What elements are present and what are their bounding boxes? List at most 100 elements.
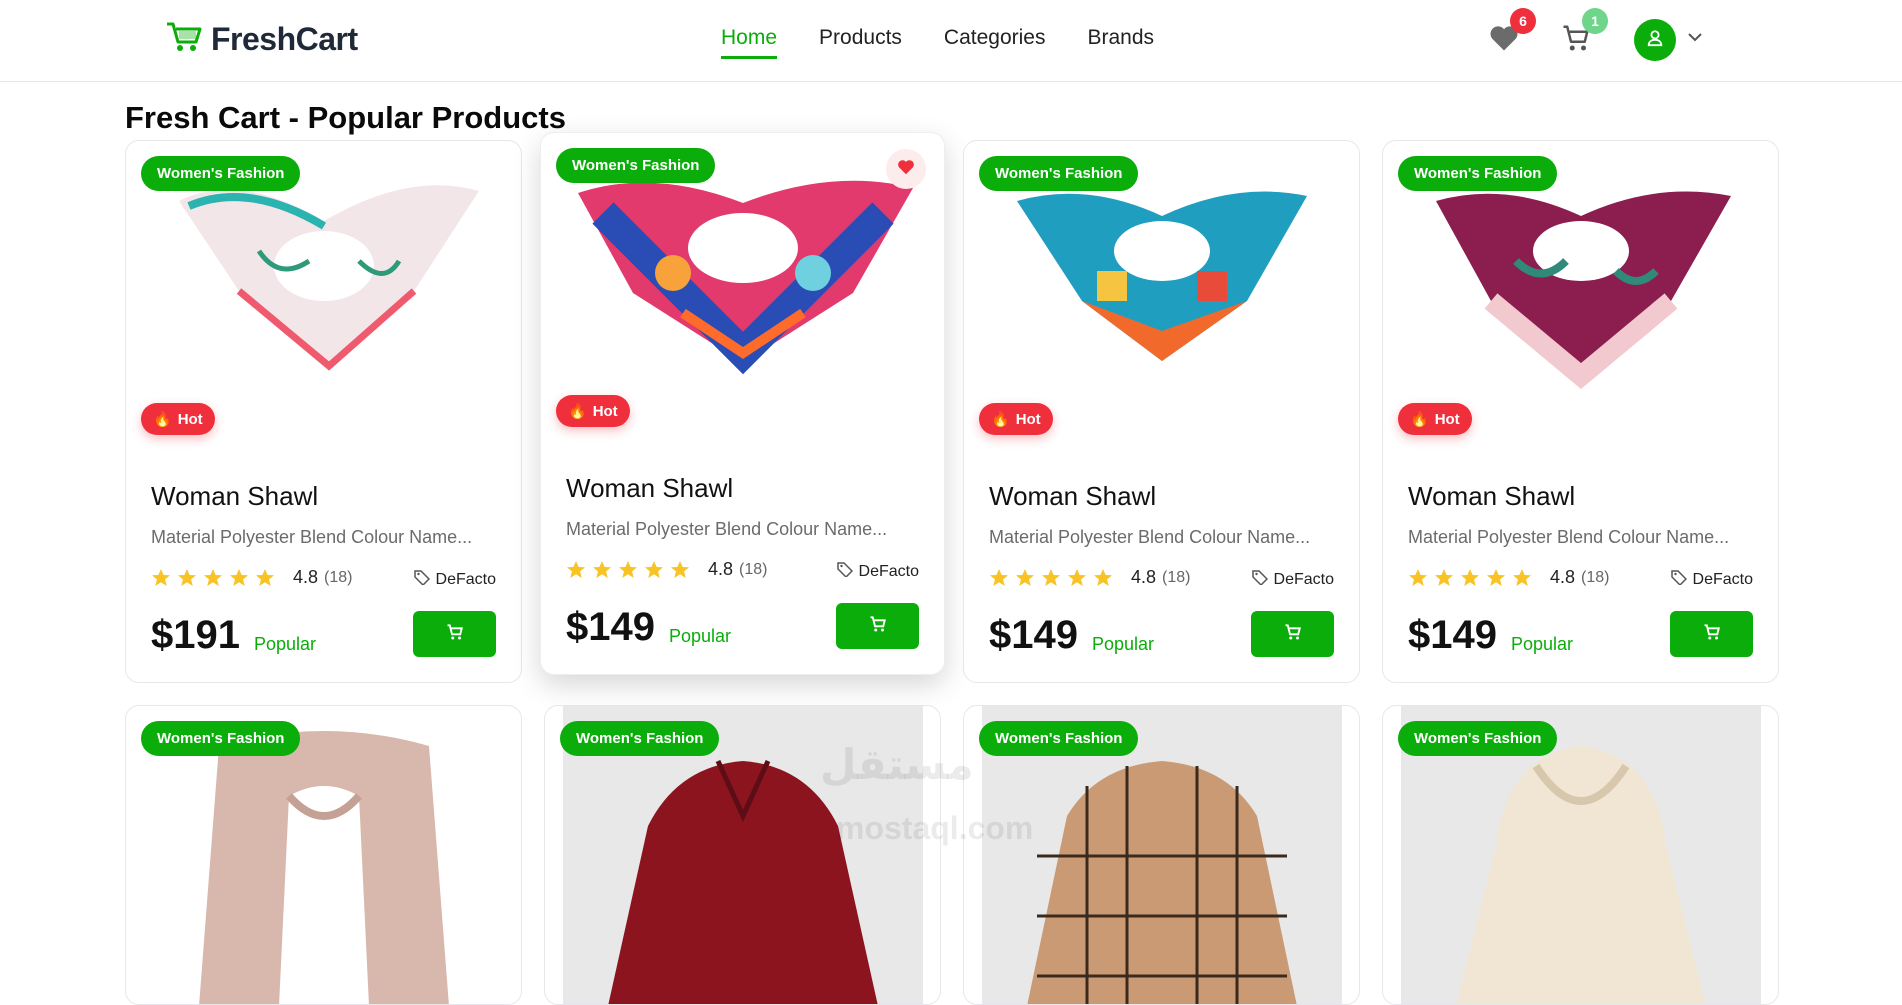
category-badge: Women's Fashion (979, 721, 1139, 756)
category-badge: Women's Fashion (979, 156, 1139, 191)
hot-badge-label: Hot (592, 402, 618, 420)
product-title[interactable]: Woman Shawl (1408, 481, 1575, 512)
product-card[interactable]: Women's Fashion 🔥 Hot Woman Shawl Materia… (540, 132, 945, 675)
category-badge: Women's Fashion (1398, 721, 1558, 756)
nav-home[interactable]: Home (721, 26, 778, 59)
wishlist-button[interactable]: 6 (1486, 8, 1536, 58)
product-card[interactable]: Women's Fashion 🔥 Hot Woman Shawl Materia… (963, 140, 1360, 683)
rating-value: 4.8 (1131, 567, 1157, 587)
popular-label: Popular (254, 634, 317, 654)
fire-icon: 🔥 (991, 411, 1010, 428)
category-badge: Women's Fashion (141, 721, 301, 756)
rating-count: (18) (1162, 568, 1191, 586)
product-description: Material Polyester Blend Colour Name... (151, 527, 473, 547)
rating-value: 4.8 (708, 559, 734, 579)
hot-badge: 🔥 Hot (1398, 403, 1472, 435)
rating-value: 4.8 (1550, 567, 1576, 587)
wishlist-count-badge: 6 (1510, 8, 1536, 34)
rating: 4.8 (18) (151, 567, 352, 588)
rating-count: (18) (1581, 568, 1610, 586)
fire-icon: 🔥 (568, 403, 587, 420)
heart-icon (897, 159, 915, 180)
product-card[interactable]: Women's Fashion (1382, 705, 1779, 1005)
product-grid: Women's Fashion 🔥 Hot Woman Shawl Materia… (125, 132, 1779, 1005)
tag-icon (1670, 569, 1687, 590)
hot-badge: 🔥 Hot (556, 395, 630, 427)
fire-icon: 🔥 (1410, 411, 1429, 428)
product-price: $191 (151, 613, 240, 657)
category-badge: Women's Fashion (560, 721, 720, 756)
rating-count: (18) (324, 568, 353, 586)
product-brand: DeFacto (836, 561, 919, 582)
add-to-cart-button[interactable] (1670, 611, 1753, 657)
brand-label: DeFacto (435, 570, 496, 588)
add-to-cart-button[interactable] (1251, 611, 1334, 657)
category-badge: Women's Fashion (1398, 156, 1558, 191)
add-to-cart-button[interactable] (836, 603, 919, 649)
user-icon (1646, 29, 1664, 52)
watermark-arabic: مستقل (820, 741, 974, 788)
tag-icon (836, 561, 853, 582)
star-rating-icon (566, 560, 696, 580)
product-card[interactable]: Women's Fashion 🔥 Hot Woman Shawl Materia… (125, 140, 522, 683)
tag-icon (413, 569, 430, 590)
brand-label: DeFacto (1273, 570, 1334, 588)
cart-icon (446, 623, 464, 646)
product-price: $149 (989, 613, 1078, 657)
nav-products[interactable]: Products (819, 26, 902, 59)
cart-logo-icon (165, 20, 203, 59)
page-title: Fresh Cart - Popular Products (125, 100, 566, 135)
product-card[interactable]: Women's Fashion (963, 705, 1360, 1005)
cart-icon (1284, 623, 1302, 646)
chevron-down-icon[interactable] (1686, 28, 1704, 51)
hot-badge-label: Hot (177, 410, 203, 428)
popular-label: Popular (1511, 634, 1574, 654)
user-avatar-button[interactable] (1634, 19, 1676, 61)
brand-logo[interactable]: FreshCart (165, 20, 358, 59)
product-card[interactable]: Women's Fashion 🔥 Hot Woman Shawl Materia… (1382, 140, 1779, 683)
product-brand: DeFacto (1251, 569, 1334, 590)
product-brand: DeFacto (1670, 569, 1753, 590)
cart-button[interactable]: 1 (1558, 8, 1608, 58)
category-badge: Women's Fashion (141, 156, 301, 191)
product-title[interactable]: Woman Shawl (151, 481, 318, 512)
hot-badge-label: Hot (1434, 410, 1460, 428)
product-card[interactable]: Women's Fashion (125, 705, 522, 1005)
rating: 4.8 (18) (566, 559, 767, 580)
brand-name: FreshCart (211, 21, 358, 57)
rating-value: 4.8 (293, 567, 319, 587)
popular-label: Popular (669, 626, 732, 646)
nav-brands[interactable]: Brands (1087, 26, 1154, 59)
product-description: Material Polyester Blend Colour Name... (989, 527, 1311, 547)
rating-count: (18) (739, 560, 768, 578)
product-brand: DeFacto (413, 569, 496, 590)
star-rating-icon (1408, 568, 1538, 588)
brand-label: DeFacto (1692, 570, 1753, 588)
product-description: Material Polyester Blend Colour Name... (1408, 527, 1730, 547)
star-rating-icon (151, 568, 281, 588)
cart-icon (869, 615, 887, 638)
main-nav: Home Products Categories Brands (721, 26, 1154, 59)
product-price: $149 (1408, 613, 1497, 657)
product-description: Material Polyester Blend Colour Name... (566, 519, 888, 539)
rating: 4.8 (18) (989, 567, 1190, 588)
cart-count-badge: 1 (1582, 8, 1608, 34)
hot-badge-label: Hot (1015, 410, 1041, 428)
category-badge: Women's Fashion (556, 148, 716, 183)
add-to-cart-button[interactable] (413, 611, 496, 657)
product-title[interactable]: Woman Shawl (989, 481, 1156, 512)
nav-categories[interactable]: Categories (944, 26, 1046, 59)
brand-label: DeFacto (858, 562, 919, 580)
product-price: $149 (566, 605, 655, 649)
tag-icon (1251, 569, 1268, 590)
cart-icon (1703, 623, 1721, 646)
popular-label: Popular (1092, 634, 1155, 654)
star-rating-icon (989, 568, 1119, 588)
watermark-latin: mostaql.com (836, 810, 1034, 846)
rating: 4.8 (18) (1408, 567, 1609, 588)
favorite-button[interactable] (886, 149, 926, 189)
hot-badge: 🔥 Hot (141, 403, 215, 435)
hot-badge: 🔥 Hot (979, 403, 1053, 435)
product-title[interactable]: Woman Shawl (566, 473, 733, 504)
navbar: FreshCart Home Products Categories Brand… (0, 0, 1902, 82)
